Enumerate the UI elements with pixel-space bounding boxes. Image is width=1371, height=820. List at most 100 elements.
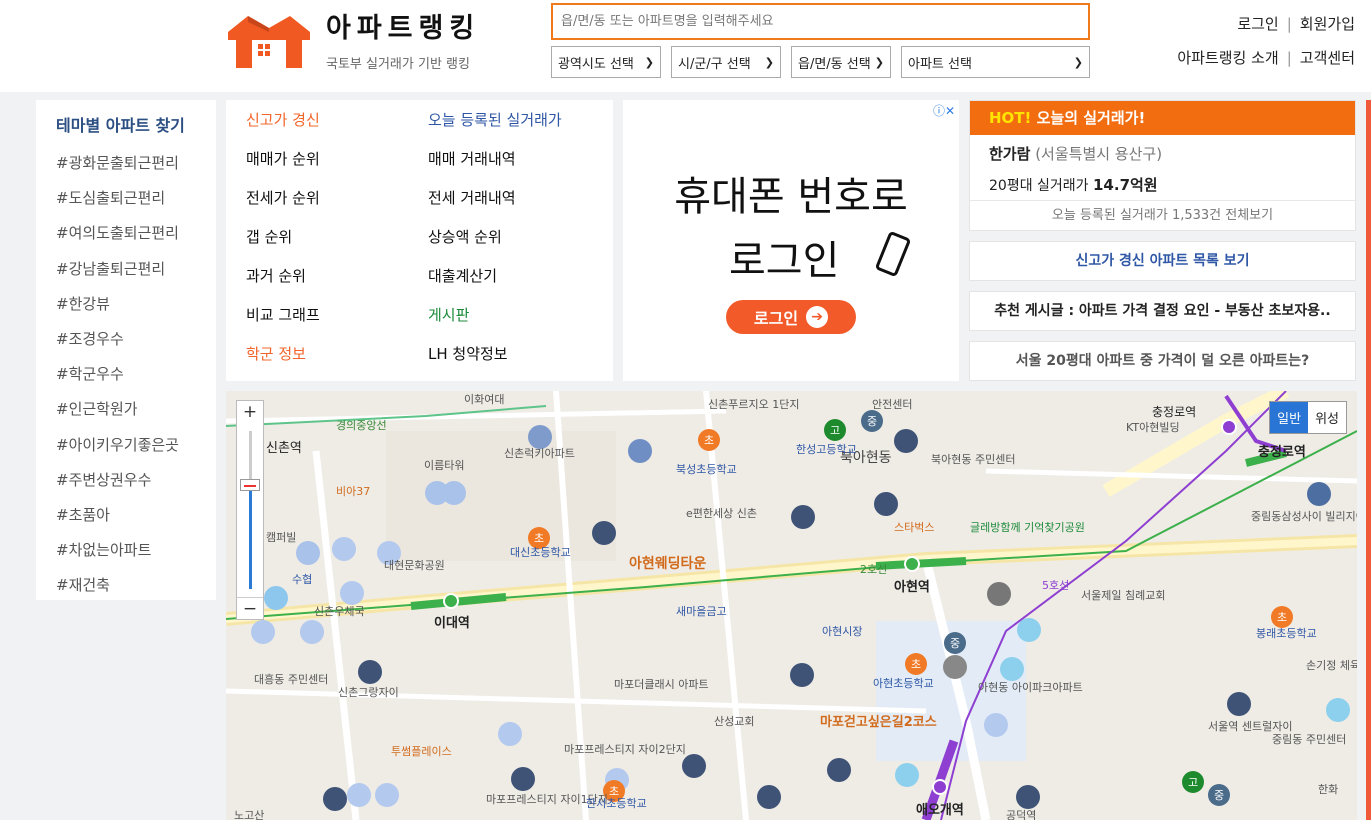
theme-tag[interactable]: #재건축: [56, 568, 216, 603]
apartment-select-value: 아파트 선택: [908, 56, 972, 72]
elementary-badge-text: 초: [704, 434, 714, 447]
map-type-satellite-button[interactable]: 위성: [1308, 402, 1346, 433]
map-label-school: 한성고등학교: [796, 443, 857, 456]
map-label-poi: 투썸플레이스: [391, 745, 452, 758]
ad-login-button[interactable]: 로그인 ➔: [726, 300, 856, 334]
menu-rise-ranking[interactable]: 상승액 순위: [428, 225, 562, 264]
zoom-out-button[interactable]: −: [237, 597, 263, 619]
theme-tag[interactable]: #초품아: [56, 498, 216, 533]
hot-prefix: HOT!: [989, 109, 1032, 127]
map-type-normal-button[interactable]: 일반: [1270, 402, 1309, 433]
question-post-link[interactable]: 서울 20평대 아파트 중 가격이 덜 오른 아파트는?: [969, 341, 1356, 381]
menu-loan-calculator[interactable]: 대출계산기: [428, 264, 562, 303]
menu-board[interactable]: 게시판: [428, 303, 562, 342]
hot-deal-panel: HOT! 오늘의 실거래가! 한가람 (서울특별시 용산구) 20평대 실거래가…: [969, 100, 1356, 231]
menu-lh-subscription[interactable]: LH 청약정보: [428, 342, 562, 381]
hot-region: (서울특별시 용산구): [1035, 145, 1163, 163]
line2-station-bar: [875, 557, 967, 570]
ad-line1: 휴대폰 번호로: [674, 174, 908, 220]
chevron-down-icon: ❯: [1073, 55, 1083, 69]
today-deals-all-link[interactable]: 오늘 등록된 실거래가 1,533건 전체보기: [970, 200, 1355, 230]
theme-tag[interactable]: #조경우수: [56, 322, 216, 357]
apartment-marker: [442, 481, 466, 505]
theme-tag[interactable]: #주변상권우수: [56, 463, 216, 498]
station-marker: [443, 593, 459, 609]
high-badge-text: 고: [830, 424, 840, 437]
menu-sale-ranking[interactable]: 매매가 순위: [246, 147, 320, 186]
map-label-station: 이대역: [434, 616, 470, 631]
map-label-poi: 대현문화공원: [384, 559, 445, 572]
apartment-select[interactable]: 아파트 선택 ❯: [901, 46, 1090, 78]
apartment-marker: [251, 620, 275, 644]
hot-apartment-name: 한가람: [989, 145, 1031, 163]
map-label-poi: 수협: [292, 573, 313, 586]
map-label-poi: 중림동 주민센터: [1272, 733, 1347, 746]
apartment-map[interactable]: 초 초 초 초 초 중 중 중 고 고 이대역 아현역 충정로역 애오개역 북아…: [226, 391, 1357, 820]
apartment-marker: [874, 492, 898, 516]
login-ad-banner[interactable]: ⓘ✕ 휴대폰 번호로 로그인 로그인 ➔: [623, 100, 959, 381]
map-label-poi: 캠퍼빌: [266, 531, 297, 544]
recommended-post-link[interactable]: 추천 게시글 : 아파트 가격 결정 요인 - 부동산 초보자용..: [969, 291, 1356, 331]
map-label-poi: 산성교회: [714, 715, 755, 728]
chevron-down-icon: ❯: [644, 55, 654, 69]
map-label-poi: 비아37: [336, 485, 371, 498]
brand-title[interactable]: 아파트랭킹: [326, 6, 480, 45]
menu-jeonse-ranking[interactable]: 전세가 순위: [246, 186, 320, 225]
login-link[interactable]: 로그인: [1237, 13, 1278, 34]
apartment-marker: [1326, 698, 1350, 722]
menu-sale-history[interactable]: 매매 거래내역: [428, 147, 562, 186]
zoom-in-button[interactable]: +: [237, 401, 263, 423]
elementary-badge-text: 초: [911, 658, 921, 671]
theme-tag[interactable]: #도심출퇴근편리: [56, 181, 216, 216]
signup-link[interactable]: 회원가입: [1300, 13, 1355, 34]
theme-tag[interactable]: #여의도출퇴근편리: [56, 216, 216, 251]
apartment-marker: [1000, 657, 1024, 681]
apartment-marker: [347, 783, 371, 807]
map-label-line: 5호선: [1042, 579, 1070, 592]
house-logo-icon[interactable]: [228, 10, 310, 70]
info-links: 아파트랭킹 소개 | 고객센터: [1177, 47, 1355, 68]
menu-school-info[interactable]: 학군 정보: [246, 342, 320, 381]
apartment-marker: [791, 505, 815, 529]
theme-tag[interactable]: #아이키우기좋은곳: [56, 428, 216, 463]
menu-past-ranking[interactable]: 과거 순위: [246, 264, 320, 303]
map-label-poi: 대흥동 주민센터: [254, 673, 329, 686]
menu-jeonse-history[interactable]: 전세 거래내역: [428, 186, 562, 225]
zoom-control: + −: [236, 400, 264, 620]
apartment-marker: [757, 785, 781, 809]
theme-tag[interactable]: #강남출퇴근편리: [56, 252, 216, 287]
dong-select-value: 읍/면/동 선택: [798, 56, 871, 72]
theme-tag[interactable]: #인근학원가: [56, 392, 216, 427]
menu-today-deals[interactable]: 오늘 등록된 실거래가: [428, 108, 562, 147]
menu-gap-ranking[interactable]: 갭 순위: [246, 225, 320, 264]
support-link[interactable]: 고객센터: [1300, 47, 1355, 68]
search-input[interactable]: [551, 3, 1090, 40]
dong-select[interactable]: 읍/면/동 선택 ❯: [791, 46, 891, 78]
ad-info-icon[interactable]: ⓘ✕: [933, 102, 955, 119]
zoom-slider-handle[interactable]: [240, 479, 260, 491]
apartment-marker: [498, 722, 522, 746]
sido-select[interactable]: 광역시도 선택 ❯: [551, 46, 661, 78]
map-type-toggle: 일반 위성: [1269, 401, 1347, 434]
zoom-handle-mark: [244, 485, 256, 487]
apartment-marker: [1227, 692, 1251, 716]
new-high-list-link[interactable]: 신고가 경신 아파트 목록 보기: [969, 241, 1356, 281]
menu-new-high[interactable]: 신고가 경신: [246, 108, 320, 147]
apartment-marker: [511, 767, 535, 791]
map-label-station: 신촌역: [266, 441, 302, 456]
high-badge-text: 고: [1188, 776, 1198, 789]
ad-line2: 로그인: [729, 238, 840, 284]
menu-compare-graph[interactable]: 비교 그래프: [246, 303, 320, 342]
about-link[interactable]: 아파트랭킹 소개: [1177, 47, 1278, 68]
map-label-line: 2호선: [860, 563, 888, 576]
theme-tag[interactable]: #학군우수: [56, 357, 216, 392]
map-label-station: 충정로역: [1258, 445, 1306, 460]
theme-tag[interactable]: #차없는아파트: [56, 533, 216, 568]
theme-tag[interactable]: #한강뷰: [56, 287, 216, 322]
middle-badge-text: 중: [950, 637, 960, 650]
station-marker: [904, 556, 920, 572]
map-label-poi: 신촌럭키아파트: [504, 447, 575, 460]
hot-apartment[interactable]: 한가람 (서울특별시 용산구): [989, 143, 1162, 164]
sigungu-select[interactable]: 시/군/구 선택 ❯: [671, 46, 781, 78]
theme-tag[interactable]: #광화문출퇴근편리: [56, 146, 216, 181]
